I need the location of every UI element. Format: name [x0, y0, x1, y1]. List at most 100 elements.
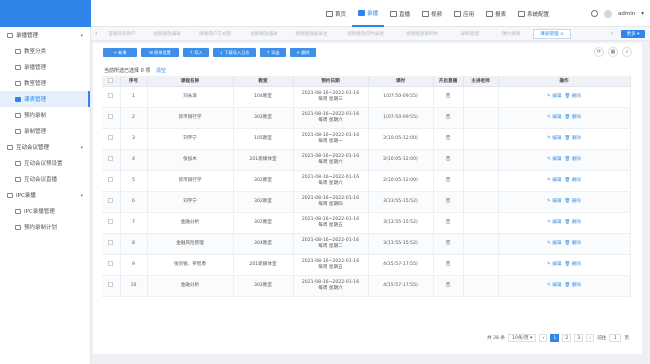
- delete-button[interactable]: 🗑 删除: [565, 241, 581, 246]
- tab-item[interactable]: 视频播放录制中: [398, 29, 446, 39]
- delete-button[interactable]: 🗑 删除: [565, 94, 581, 99]
- tab-item[interactable]: 视频播放器录: [243, 29, 285, 39]
- class-period: 2(10:05-12:00): [368, 128, 434, 150]
- toolbar-button[interactable]: ✕ 删除: [290, 48, 316, 57]
- live-enabled: 否: [433, 275, 464, 297]
- row-checkbox[interactable]: [108, 261, 114, 266]
- page-number[interactable]: 2: [562, 334, 572, 342]
- sidebar-item[interactable]: 录制管理: [0, 123, 90, 139]
- tab-item[interactable]: 视频播放同时录建: [338, 29, 393, 39]
- report-icon: [486, 10, 494, 17]
- delete-button[interactable]: 🗑 删除: [565, 283, 581, 288]
- edit-button[interactable]: ✎ 编辑: [547, 157, 562, 162]
- sidebar-group[interactable]: IPC录播 ▾: [0, 187, 90, 203]
- table-row: 10 金融分析 302教室 2021-08-16~2022-01-16 每周 星期六 4(…: [102, 275, 631, 297]
- topnav-item[interactable]: 系统配置: [512, 0, 555, 27]
- prev-page-button[interactable]: ‹: [539, 334, 548, 342]
- row-checkbox[interactable]: [108, 240, 114, 245]
- delete-button[interactable]: 🗑 删除: [565, 178, 581, 183]
- row-checkbox[interactable]: [108, 135, 114, 140]
- edit-button[interactable]: ✎ 编辑: [547, 178, 562, 183]
- topnav-item[interactable]: 视频: [416, 0, 448, 27]
- edit-button[interactable]: ✎ 编辑: [547, 94, 562, 99]
- chevron-down-icon: ▾: [80, 193, 83, 199]
- topnav-item[interactable]: 应用: [448, 0, 480, 27]
- more-tabs-button[interactable]: 更多 ▾: [621, 30, 645, 38]
- row-checkbox[interactable]: [108, 93, 114, 98]
- row-checkbox[interactable]: [108, 114, 114, 119]
- edit-button[interactable]: ✎ 编辑: [547, 241, 562, 246]
- sidebar-item[interactable]: 预约录制计划: [0, 219, 90, 235]
- edit-button[interactable]: ✎ 编辑: [547, 199, 562, 204]
- sidebar-item[interactable]: IPC录播管理: [0, 203, 90, 219]
- toolbar-button[interactable]: ↑ 导出: [260, 48, 286, 57]
- columns-icon[interactable]: ▦: [608, 47, 618, 57]
- top-bar: 首页 录播 直播 视频 应用 报表 系统配置 admin ▾: [91, 0, 650, 27]
- sidebar-item[interactable]: 录播管理: [0, 59, 90, 75]
- tab-item[interactable]: 视频播放器录: [146, 29, 188, 39]
- goto-page-input[interactable]: 1: [609, 334, 622, 342]
- row-checkbox[interactable]: [108, 219, 114, 224]
- page-number[interactable]: 1: [550, 334, 560, 342]
- tab-scroll-left-icon[interactable]: ‹: [95, 30, 97, 37]
- delete-button[interactable]: 🗑 删除: [565, 157, 581, 162]
- sidebar-group[interactable]: 互动会议管理 ▾: [0, 139, 90, 155]
- tab-item[interactable]: 课表管理 ×: [533, 29, 571, 39]
- tab-item[interactable]: 课播用户方式管: [191, 29, 239, 39]
- edit-button[interactable]: ✎ 编辑: [547, 283, 562, 288]
- classroom: 302教室: [233, 212, 294, 234]
- row-checkbox[interactable]: [108, 177, 114, 182]
- date-range: 2021-08-16~2022-01-16: [301, 279, 360, 285]
- edit-button[interactable]: ✎ 编辑: [547, 262, 562, 267]
- page-number[interactable]: 3: [574, 334, 584, 342]
- sidebar-item[interactable]: 课表管理: [0, 91, 90, 107]
- sidebar-item[interactable]: 互动会议预设置: [0, 155, 90, 171]
- topnav-item[interactable]: 报表: [480, 0, 512, 27]
- edit-button[interactable]: ✎ 编辑: [547, 115, 562, 120]
- sidebar-group-label: IPC录播: [16, 193, 36, 199]
- toolbar-button[interactable]: ↑ 导入: [183, 48, 209, 57]
- sidebar-item[interactable]: 预约录制: [0, 107, 90, 123]
- toolbar-button[interactable]: ↓ 下载导入日志: [213, 48, 256, 57]
- delete-button[interactable]: 🗑 删除: [565, 136, 581, 141]
- edit-button[interactable]: ✎ 编辑: [547, 136, 562, 141]
- page-size-select[interactable]: 10条/页 ▾: [508, 334, 537, 342]
- table-row: 1 刘永泽 104教室 2021-08-16~2022-01-16 每周 星期三 1(07…: [102, 86, 631, 108]
- avatar[interactable]: [604, 9, 612, 18]
- select-all-checkbox[interactable]: [108, 77, 114, 83]
- topnav-item[interactable]: 直播: [384, 0, 416, 27]
- row-checkbox[interactable]: [108, 282, 114, 287]
- sidebar-item[interactable]: 教室分类: [0, 43, 90, 59]
- delete-button[interactable]: 🗑 删除: [565, 262, 581, 267]
- user-name[interactable]: admin: [618, 11, 635, 17]
- row-checkbox[interactable]: [108, 156, 114, 161]
- delete-button[interactable]: 🗑 删除: [565, 220, 581, 225]
- table-row: 5 货币银行学 302教室 2021-08-16~2022-01-16 每周 星期六 2(…: [102, 170, 631, 192]
- row-checkbox[interactable]: [108, 198, 114, 203]
- gear-icon[interactable]: [591, 10, 598, 17]
- sidebar-item[interactable]: 教室管理: [0, 75, 90, 91]
- tab-item[interactable]: 录制管理: [450, 29, 490, 39]
- tab-scroll-right-icon[interactable]: ›: [611, 30, 613, 37]
- refresh-icon[interactable]: ⟳: [594, 47, 604, 57]
- sidebar-item[interactable]: 互动会议直播: [0, 171, 90, 187]
- toolbar-button[interactable]: ⊞ 周排设置: [141, 48, 179, 57]
- toolbar-button[interactable]: + 新增: [103, 48, 137, 57]
- next-page-button[interactable]: ›: [586, 334, 595, 342]
- topnav-item[interactable]: 录播: [352, 0, 385, 27]
- tab-item[interactable]: 首播或多用户: [102, 29, 142, 39]
- delete-button[interactable]: 🗑 删除: [565, 199, 581, 204]
- column-header: 教室: [233, 76, 294, 87]
- search-icon[interactable]: ⌕: [622, 47, 632, 57]
- topnav-item[interactable]: 首页: [320, 0, 352, 27]
- chevron-down-icon[interactable]: ▾: [641, 11, 644, 17]
- edit-button[interactable]: ✎ 编辑: [547, 220, 562, 225]
- table-row: 7 金融分析 302教室 2021-08-16~2022-01-16 每周 星期五 3(1…: [102, 212, 631, 234]
- clear-selection-link[interactable]: 清空: [156, 68, 166, 74]
- sidebar-group[interactable]: 录播管理 ▾: [0, 27, 90, 43]
- tab-item[interactable]: 预约录制: [493, 29, 529, 39]
- row-select-cell: [102, 275, 121, 297]
- row-index: 6: [120, 191, 148, 213]
- tab-item[interactable]: 视频播放器录生: [289, 29, 334, 39]
- delete-button[interactable]: 🗑 删除: [565, 115, 581, 120]
